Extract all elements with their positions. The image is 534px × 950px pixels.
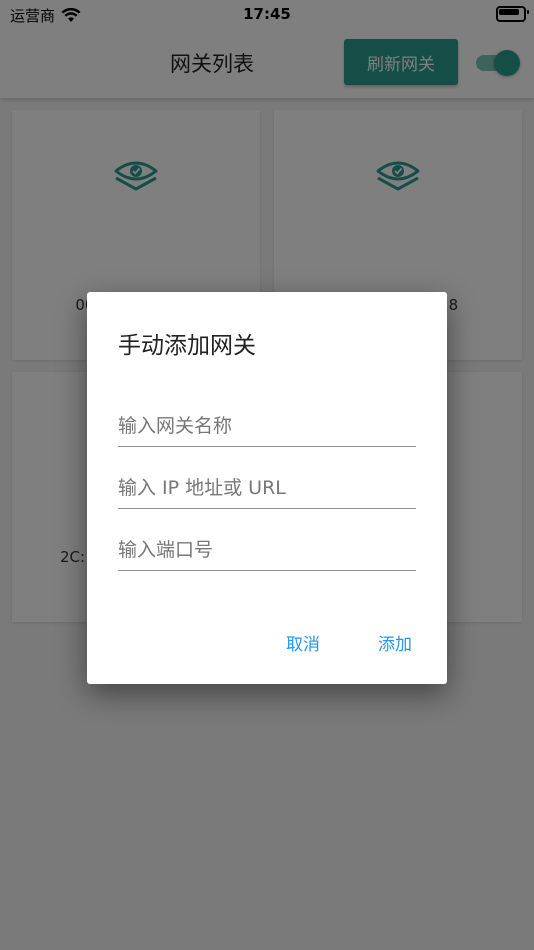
screen: 运营商 17:45 网关列表 刷新网关 00D0C0C0D0C0 — [0, 0, 534, 950]
gateway-port-input[interactable] — [118, 530, 416, 571]
add-gateway-dialog: 手动添加网关 取消 添加 — [87, 292, 447, 684]
add-button[interactable]: 添加 — [372, 626, 418, 658]
cancel-button[interactable]: 取消 — [280, 626, 326, 658]
gateway-address-input[interactable] — [118, 468, 416, 509]
dialog-title: 手动添加网关 — [118, 333, 256, 359]
gateway-name-input[interactable] — [118, 406, 416, 447]
